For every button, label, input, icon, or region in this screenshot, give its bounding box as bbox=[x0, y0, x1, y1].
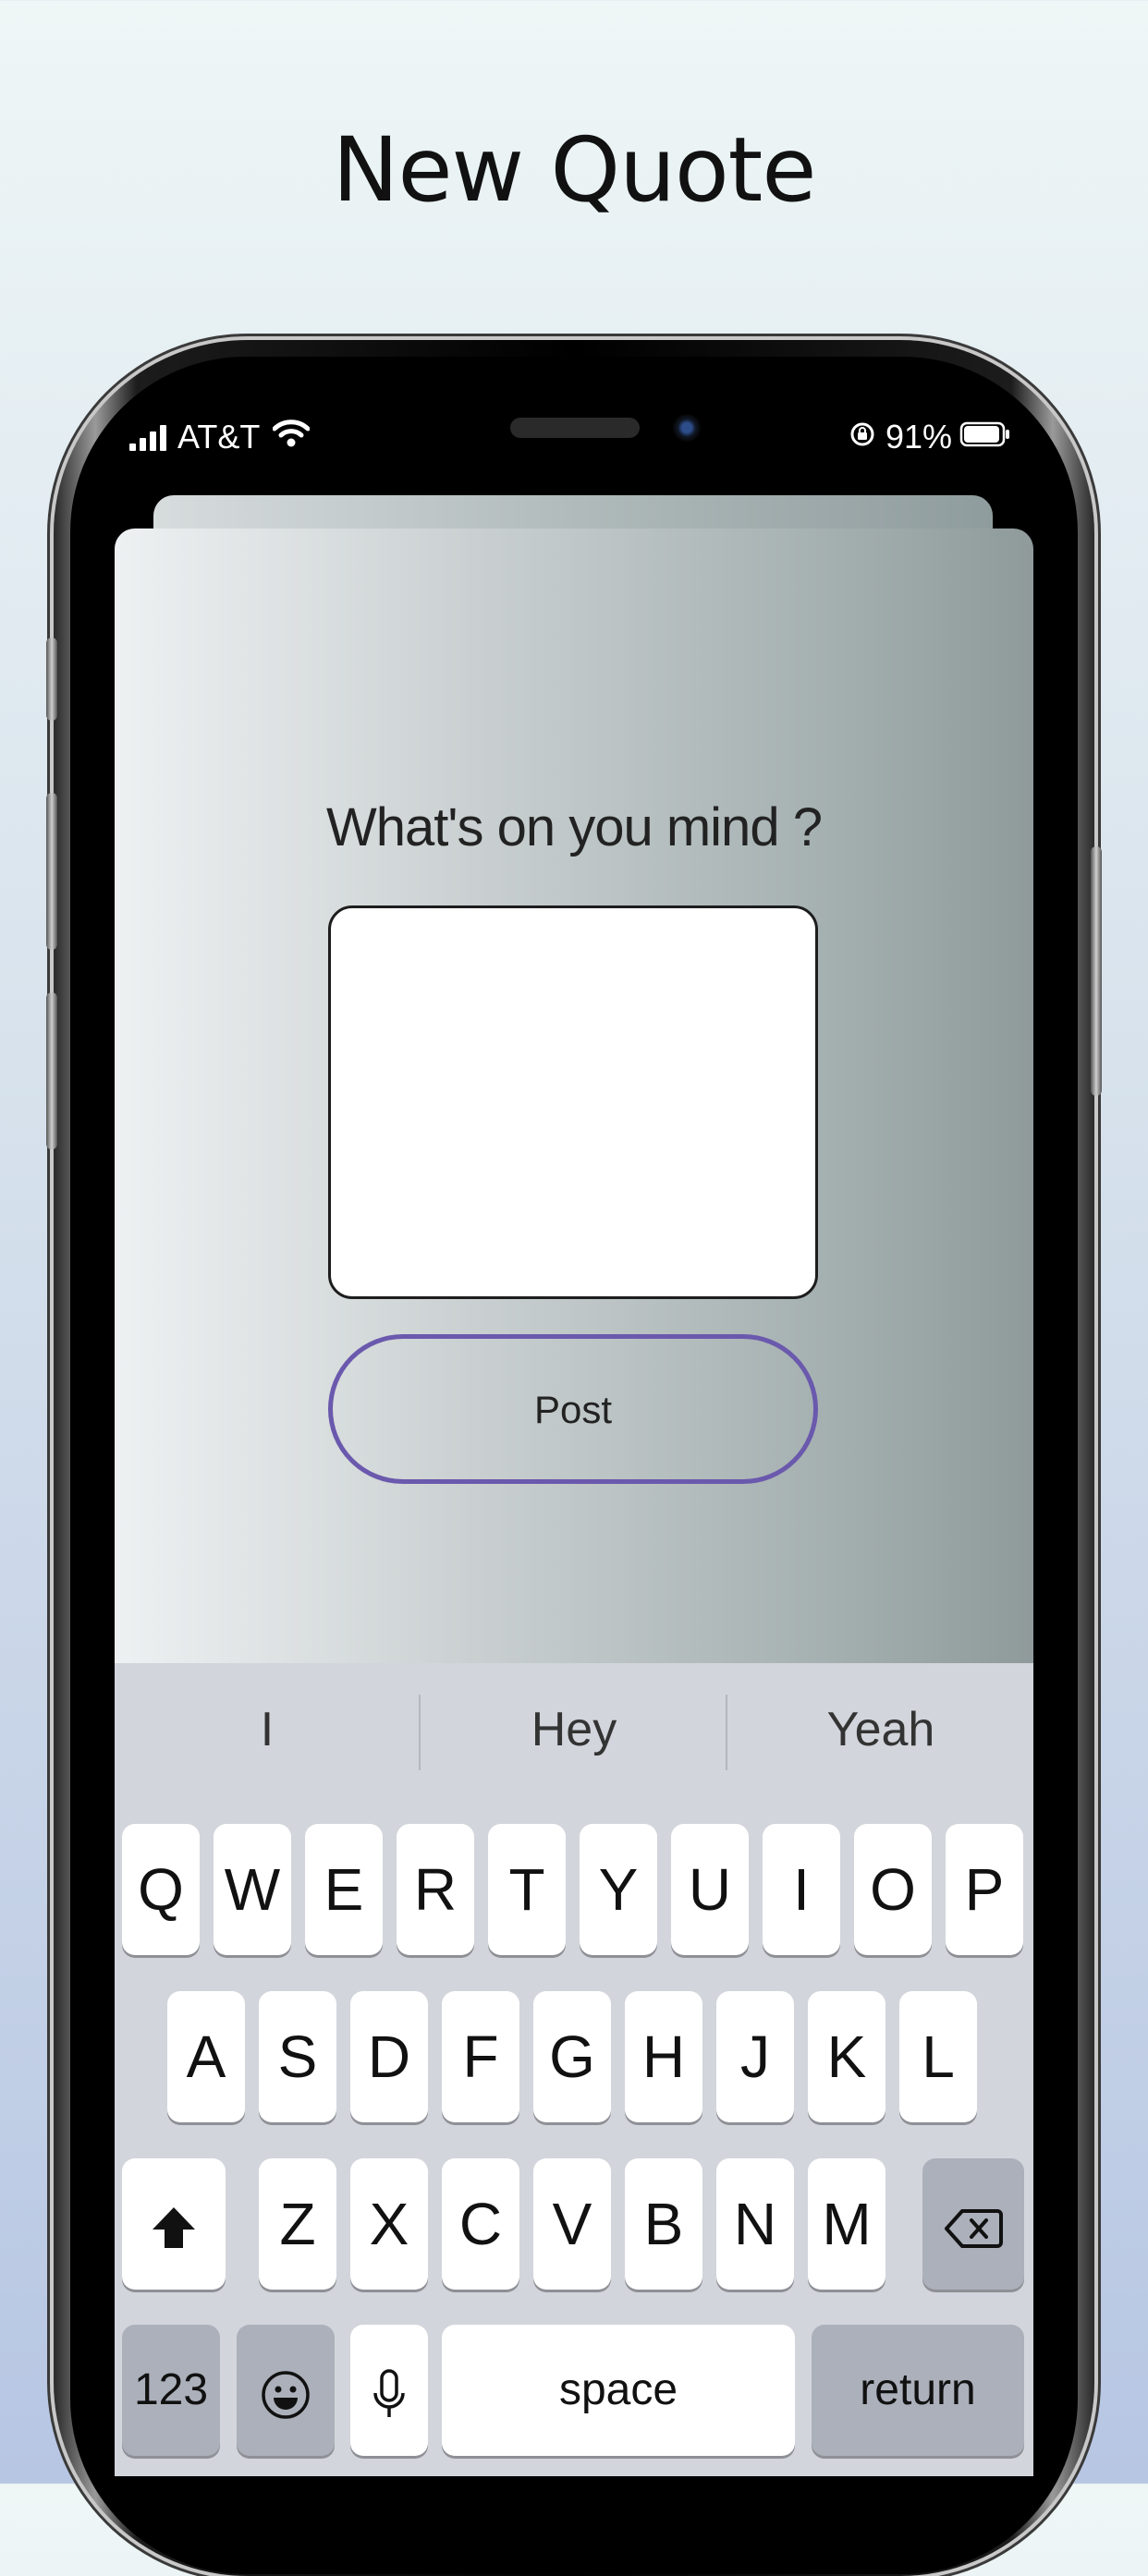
key-b[interactable]: B bbox=[625, 2158, 702, 2290]
shift-icon bbox=[153, 2207, 195, 2249]
suggestion-2[interactable]: Hey bbox=[421, 1702, 727, 1757]
dictation-key[interactable] bbox=[350, 2325, 428, 2456]
key-w[interactable]: W bbox=[214, 1824, 291, 1955]
front-camera bbox=[673, 414, 701, 442]
backspace-icon bbox=[945, 2209, 1003, 2249]
key-e[interactable]: E bbox=[305, 1824, 383, 1955]
key-v[interactable]: V bbox=[533, 2158, 611, 2290]
suggestion-separator bbox=[726, 1695, 727, 1770]
numbers-key[interactable]: 123 bbox=[122, 2325, 220, 2456]
key-g[interactable]: G bbox=[533, 1991, 611, 2122]
key-m[interactable]: M bbox=[808, 2158, 885, 2290]
keyboard: I Hey Yeah Q W E R T Y U I O P A S D F G… bbox=[115, 1663, 1033, 2476]
status-bar-right: 91% bbox=[849, 414, 1011, 460]
key-c[interactable]: C bbox=[442, 2158, 519, 2290]
emoji-key[interactable] bbox=[237, 2325, 335, 2456]
key-k[interactable]: K bbox=[808, 1991, 885, 2122]
key-o[interactable]: O bbox=[854, 1824, 932, 1955]
volume-up-button bbox=[46, 793, 57, 950]
microphone-icon bbox=[373, 2369, 405, 2418]
key-p[interactable]: P bbox=[946, 1824, 1023, 1955]
post-button[interactable]: Post bbox=[328, 1334, 818, 1484]
quote-text-area[interactable] bbox=[328, 905, 818, 1299]
suggestion-bar: I Hey Yeah bbox=[115, 1663, 1033, 1818]
speaker-grille bbox=[510, 418, 640, 438]
key-d[interactable]: D bbox=[350, 1991, 428, 2122]
return-key[interactable]: return bbox=[812, 2325, 1024, 2456]
key-y[interactable]: Y bbox=[580, 1824, 657, 1955]
compose-prompt: What's on you mind ? bbox=[326, 797, 823, 857]
space-key[interactable]: space bbox=[442, 2325, 795, 2456]
key-i[interactable]: I bbox=[763, 1824, 840, 1955]
key-t[interactable]: T bbox=[488, 1824, 566, 1955]
wifi-icon bbox=[272, 414, 311, 460]
key-r[interactable]: R bbox=[397, 1824, 474, 1955]
key-n[interactable]: N bbox=[716, 2158, 794, 2290]
delete-key[interactable] bbox=[922, 2158, 1024, 2290]
battery-percent: 91% bbox=[885, 418, 952, 456]
status-bar-left: AT&T bbox=[129, 414, 311, 460]
key-q[interactable]: Q bbox=[122, 1824, 200, 1955]
shift-key[interactable] bbox=[122, 2158, 226, 2290]
key-x[interactable]: X bbox=[350, 2158, 428, 2290]
battery-icon bbox=[959, 414, 1011, 460]
carrier-label: AT&T bbox=[177, 418, 261, 456]
key-f[interactable]: F bbox=[442, 1991, 519, 2122]
key-s[interactable]: S bbox=[259, 1991, 336, 2122]
key-j[interactable]: J bbox=[716, 1991, 794, 2122]
emoji-icon bbox=[262, 2371, 310, 2419]
suggestion-separator bbox=[419, 1695, 421, 1770]
key-u[interactable]: U bbox=[671, 1824, 749, 1955]
orientation-lock-icon bbox=[849, 414, 876, 460]
suggestion-3[interactable]: Yeah bbox=[728, 1702, 1033, 1757]
signal-icon bbox=[129, 423, 166, 451]
suggestion-1[interactable]: I bbox=[115, 1702, 420, 1757]
key-a[interactable]: A bbox=[167, 1991, 245, 2122]
key-h[interactable]: H bbox=[625, 1991, 702, 2122]
power-button bbox=[1091, 846, 1102, 1096]
volume-down-button bbox=[46, 992, 57, 1149]
page-title: New Quote bbox=[332, 118, 817, 222]
key-l[interactable]: L bbox=[899, 1991, 977, 2122]
key-z[interactable]: Z bbox=[259, 2158, 336, 2290]
mute-switch bbox=[46, 638, 57, 721]
